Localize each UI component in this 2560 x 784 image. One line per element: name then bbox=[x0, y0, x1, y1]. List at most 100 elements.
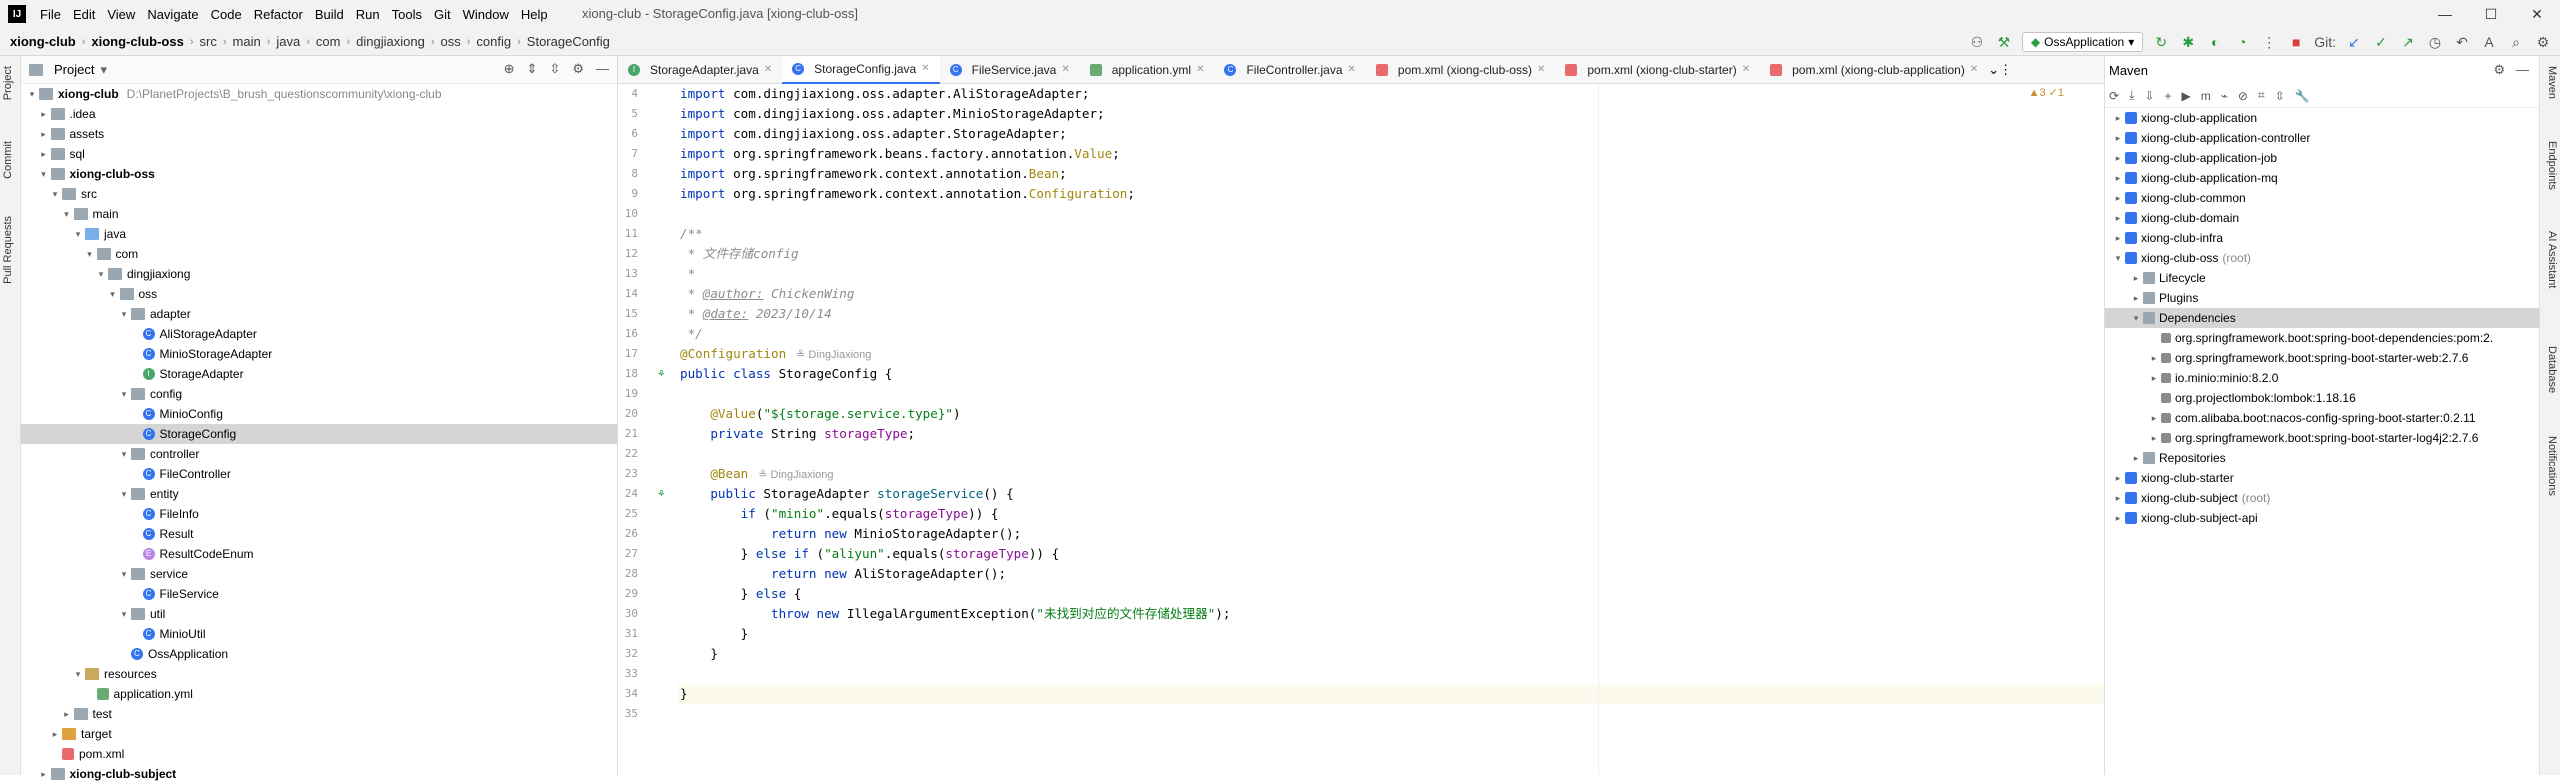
chevron-right-icon[interactable]: ▸ bbox=[2147, 353, 2161, 364]
maven-tree-item[interactable]: ▸ xiong-club-infra bbox=[2105, 228, 2539, 248]
chevron-down-icon[interactable]: ▾ bbox=[100, 62, 107, 78]
maven-tree-item[interactable]: ▸ Lifecycle bbox=[2105, 268, 2539, 288]
maven-tree-item[interactable]: ▾ xiong-club-oss (root) bbox=[2105, 248, 2539, 268]
maven-tree-item[interactable]: ▸ xiong-club-common bbox=[2105, 188, 2539, 208]
more-run-icon[interactable]: ⋮ bbox=[2260, 34, 2278, 51]
tree-item[interactable]: C MinioUtil bbox=[21, 624, 617, 644]
chevron-down-icon[interactable]: ▾ bbox=[2111, 253, 2125, 264]
chevron-right-icon[interactable]: ▸ bbox=[37, 129, 51, 140]
close-icon[interactable]: ✕ bbox=[2514, 0, 2560, 28]
chevron-right-icon[interactable]: ▸ bbox=[2111, 473, 2125, 484]
close-tab-icon[interactable]: ✕ bbox=[1742, 64, 1750, 75]
bean-gutter-icon[interactable]: ⚘ bbox=[658, 484, 665, 504]
tree-item[interactable]: application.yml bbox=[21, 684, 617, 704]
reimport-icon[interactable]: ⤓ bbox=[2129, 88, 2134, 103]
chevron-right-icon[interactable]: ▸ bbox=[2111, 153, 2125, 164]
tree-item[interactable]: C MinioStorageAdapter bbox=[21, 344, 617, 364]
inspection-summary[interactable]: ▲3 ✓1 bbox=[2029, 86, 2064, 99]
project-panel-title[interactable]: Project bbox=[54, 62, 94, 77]
chevron-down-icon[interactable]: ▾ bbox=[106, 289, 120, 300]
tool-tab-project[interactable]: Project bbox=[2, 66, 14, 100]
toggle-offline-icon[interactable]: ⌁ bbox=[2221, 89, 2228, 103]
chevron-right-icon[interactable]: ▸ bbox=[37, 149, 51, 160]
maximize-icon[interactable]: ☐ bbox=[2468, 0, 2514, 28]
chevron-right-icon[interactable]: ▸ bbox=[2111, 493, 2125, 504]
menu-item-navigate[interactable]: Navigate bbox=[141, 7, 204, 22]
close-tab-icon[interactable]: ✕ bbox=[1970, 64, 1978, 75]
close-tab-icon[interactable]: ✕ bbox=[1196, 64, 1204, 75]
build-hammer-icon[interactable]: ⚒ bbox=[1995, 34, 2013, 51]
chevron-right-icon[interactable]: ▸ bbox=[2147, 433, 2161, 444]
run-config-select[interactable]: ◆ OssApplication ▾ bbox=[2021, 32, 2144, 52]
git-push-icon[interactable]: ↗ bbox=[2399, 34, 2417, 51]
tool-tab-ai-assistant[interactable]: AI Assistant bbox=[2546, 231, 2558, 288]
tool-tab-notifications[interactable]: Notifications bbox=[2546, 436, 2558, 496]
editor-tab[interactable]: pom.xml (xiong-club-application) ✕ bbox=[1760, 56, 1988, 84]
chevron-down-icon[interactable]: ▾ bbox=[2129, 313, 2143, 324]
git-commit-icon[interactable]: ✓ bbox=[2372, 34, 2390, 51]
rerun-icon[interactable]: ↻ bbox=[2152, 34, 2170, 51]
tree-item[interactable]: ▸ .idea bbox=[21, 104, 617, 124]
collapse-all-icon[interactable]: ⇳ bbox=[549, 61, 560, 77]
tree-item[interactable]: ▾ controller bbox=[21, 444, 617, 464]
tree-item[interactable]: ▸ test bbox=[21, 704, 617, 724]
maven-tree-item[interactable]: ▸ xiong-club-subject (root) bbox=[2105, 488, 2539, 508]
tree-item[interactable]: ▸ target bbox=[21, 724, 617, 744]
breadcrumb-item[interactable]: com bbox=[316, 34, 341, 49]
chevron-right-icon[interactable]: ▸ bbox=[2129, 273, 2143, 284]
tool-tab-maven[interactable]: Maven bbox=[2546, 66, 2558, 99]
bean-gutter-icon[interactable]: ⚘ bbox=[658, 364, 665, 384]
tree-item[interactable]: ▾ com bbox=[21, 244, 617, 264]
maven-tree-item[interactable]: ▸ com.alibaba.boot:nacos-config-spring-bo… bbox=[2105, 408, 2539, 428]
menu-item-view[interactable]: View bbox=[101, 7, 141, 22]
menu-item-edit[interactable]: Edit bbox=[67, 7, 101, 22]
reload-icon[interactable]: ⟳ bbox=[2109, 89, 2119, 103]
chevron-right-icon[interactable]: ▸ bbox=[60, 709, 74, 720]
code-area[interactable]: ▲3 ✓1 4 import com.dingjiaxiong.oss.adapt… bbox=[618, 84, 2104, 775]
download-icon[interactable]: ⇩ bbox=[2144, 89, 2154, 103]
chevron-right-icon[interactable]: ▸ bbox=[37, 109, 51, 120]
chevron-right-icon[interactable]: ▸ bbox=[2129, 453, 2143, 464]
chevron-down-icon[interactable]: ▾ bbox=[83, 249, 97, 260]
tree-item[interactable]: C StorageConfig bbox=[21, 424, 617, 444]
tree-item[interactable]: ▾ oss bbox=[21, 284, 617, 304]
chevron-right-icon[interactable]: ▸ bbox=[2111, 173, 2125, 184]
tree-item[interactable]: ▾ util bbox=[21, 604, 617, 624]
tree-item[interactable]: C FileController bbox=[21, 464, 617, 484]
expand-all-icon[interactable]: ⇕ bbox=[527, 61, 538, 77]
chevron-down-icon[interactable]: ▾ bbox=[117, 449, 131, 460]
tool-tab-endpoints[interactable]: Endpoints bbox=[2546, 141, 2558, 190]
tree-item[interactable]: C FileInfo bbox=[21, 504, 617, 524]
maven-tree-item[interactable]: org.projectlombok:lombok:1.18.16 bbox=[2105, 388, 2539, 408]
tree-item[interactable]: I StorageAdapter bbox=[21, 364, 617, 384]
execute-goal-icon[interactable]: m bbox=[2201, 89, 2211, 103]
maven-options-gear-icon[interactable]: ⚙ — bbox=[2494, 62, 2530, 78]
maven-tree-item[interactable]: ▸ xiong-club-application-job bbox=[2105, 148, 2539, 168]
maven-tree-item[interactable]: org.springframework.boot:spring-boot-dep… bbox=[2105, 328, 2539, 348]
chevron-down-icon[interactable]: ▾ bbox=[25, 89, 39, 100]
chevron-right-icon[interactable]: ▸ bbox=[2111, 133, 2125, 144]
maven-tree-item[interactable]: ▸ org.springframework.boot:spring-boot-st… bbox=[2105, 348, 2539, 368]
tree-item[interactable]: C FileService bbox=[21, 584, 617, 604]
chevron-down-icon[interactable]: ▾ bbox=[71, 669, 85, 680]
maven-tree-item[interactable]: ▸ xiong-club-domain bbox=[2105, 208, 2539, 228]
chevron-down-icon[interactable]: ▾ bbox=[60, 209, 74, 220]
editor-tab[interactable]: I StorageAdapter.java ✕ bbox=[618, 56, 782, 84]
history-icon[interactable]: ◷ bbox=[2426, 34, 2444, 51]
tree-item[interactable]: ▾ resources bbox=[21, 664, 617, 684]
maven-tree-item[interactable]: ▸ xiong-club-application-controller bbox=[2105, 128, 2539, 148]
add-icon[interactable]: + bbox=[2164, 89, 2171, 103]
breadcrumb-item[interactable]: StorageConfig bbox=[527, 34, 610, 49]
profile-icon[interactable]: ◔ bbox=[2233, 34, 2251, 50]
maven-tree-item[interactable]: ▸ io.minio:minio:8.2.0 bbox=[2105, 368, 2539, 388]
menu-item-run[interactable]: Run bbox=[350, 7, 386, 22]
tree-item[interactable]: C Result bbox=[21, 524, 617, 544]
wrench-icon[interactable]: 🔧 bbox=[2295, 89, 2310, 103]
editor-tab[interactable]: pom.xml (xiong-club-oss) ✕ bbox=[1366, 56, 1555, 84]
tree-item[interactable]: ▸ assets bbox=[21, 124, 617, 144]
tree-item[interactable]: ▸ xiong-club-subject bbox=[21, 764, 617, 784]
breadcrumb-item[interactable]: java bbox=[276, 34, 300, 49]
tool-tab-commit[interactable]: Commit bbox=[2, 141, 14, 179]
more-tabs-icon[interactable]: ⋮ bbox=[1999, 62, 2012, 78]
maven-tree-item[interactable]: ▾ Dependencies bbox=[2105, 308, 2539, 328]
